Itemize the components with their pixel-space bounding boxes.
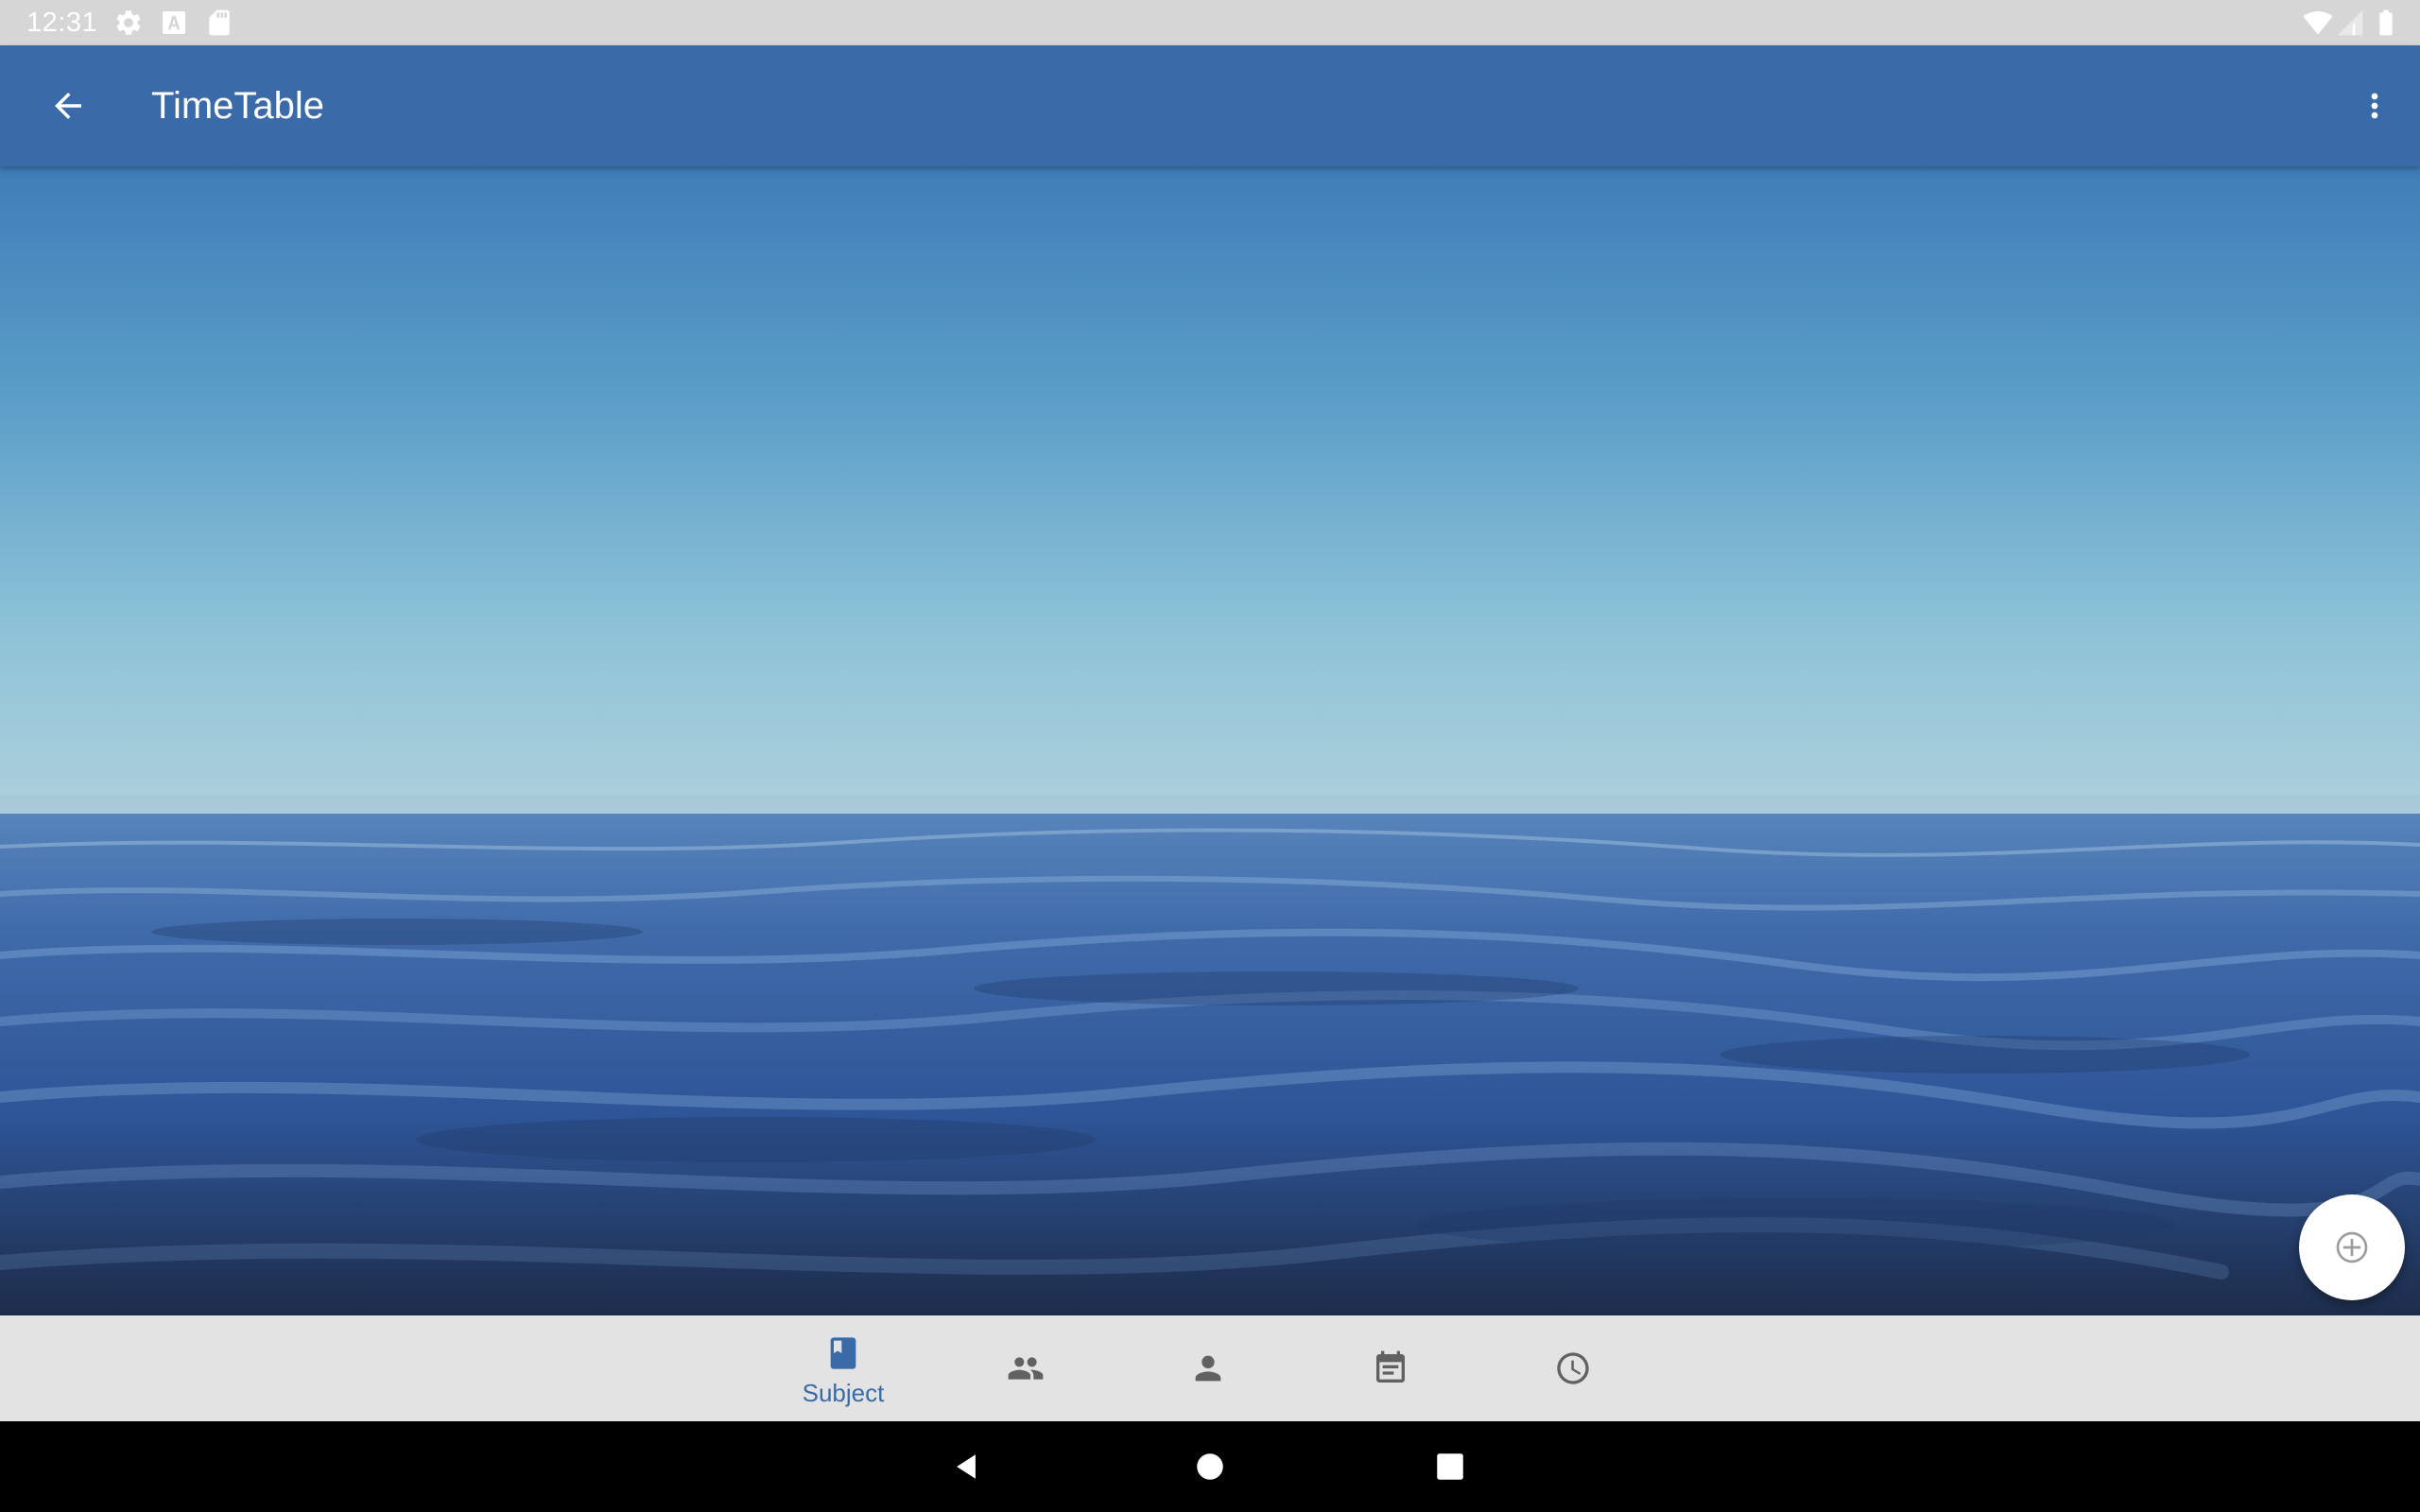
book-icon [824,1334,862,1372]
app-bar: TimeTable [0,45,2420,166]
system-back-button[interactable] [943,1444,989,1489]
nav-item-groups[interactable] [935,1315,1116,1421]
bottom-navigation: Subject [0,1315,2420,1421]
ocean-horizon-image [0,166,2420,1315]
system-recents-button[interactable] [1427,1444,1473,1489]
system-navigation-bar [0,1421,2420,1512]
add-fab-button[interactable] [2299,1194,2405,1300]
page-title: TimeTable [151,85,325,127]
nav-item-subject[interactable]: Subject [752,1315,934,1421]
nav-item-person[interactable] [1117,1315,1299,1421]
arrow-back-icon [48,86,88,126]
overflow-menu-button[interactable] [2344,76,2405,136]
more-vert-icon [2356,87,2394,125]
app-screen: 12:31 TimeTable Subject [0,0,2420,1512]
wifi-icon [2303,8,2333,38]
status-bar: 12:31 [0,0,2420,45]
group-icon [1007,1349,1045,1387]
back-triangle-icon [950,1451,982,1483]
cell-signal-icon [2335,8,2365,38]
nav-item-time[interactable] [1482,1315,1664,1421]
event-note-icon [1372,1349,1409,1387]
status-time: 12:31 [26,8,98,38]
nav-item-calendar[interactable] [1300,1315,1481,1421]
nav-label-subject: Subject [802,1379,885,1407]
home-circle-icon [1196,1452,1224,1481]
settings-icon [113,8,144,38]
back-button[interactable] [38,76,98,136]
add-circle-icon [2333,1228,2371,1266]
clock-icon [1554,1349,1592,1387]
battery-icon [2371,8,2401,38]
person-icon [1189,1349,1227,1387]
sd-card-icon [204,8,234,38]
recents-square-icon [1436,1452,1464,1481]
font-a-icon [159,8,189,38]
system-home-button[interactable] [1187,1444,1233,1489]
